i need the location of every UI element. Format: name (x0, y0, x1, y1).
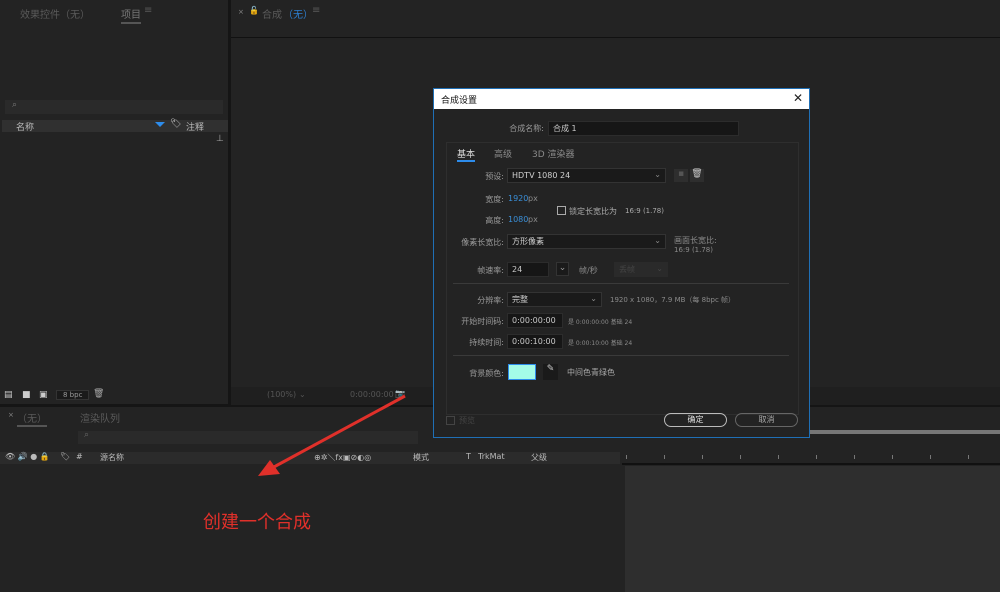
frame-rate-dropdown[interactable]: ⌄ (556, 262, 569, 276)
height-value[interactable]: 1080 (508, 215, 528, 224)
height-unit: px (528, 215, 538, 224)
frame-rate-input[interactable]: 24 (507, 262, 549, 277)
start-timecode-label: 开始时间码: (461, 317, 504, 326)
width-value[interactable]: 1920 (508, 194, 528, 203)
cancel-button[interactable]: 取消 (735, 413, 798, 427)
width-unit: px (528, 194, 538, 203)
background-color-name: 中间色青绿色 (567, 368, 615, 377)
close-icon[interactable]: ✕ (793, 91, 803, 105)
pixel-aspect-value: 方形像素 (512, 237, 544, 246)
duration-input[interactable]: 0:00:10:00 (507, 334, 563, 349)
lock-aspect-label: 锁定长宽比为 (569, 207, 617, 216)
dialog-title-bar: 合成设置 ✕ (434, 89, 809, 109)
drop-frame-value: 丢帧 (619, 265, 635, 274)
resolution-value: 完整 (512, 295, 528, 304)
start-timecode-info: 是 0:00:00:00 基础 24 (568, 319, 633, 326)
tab-advanced[interactable]: 高级 (494, 147, 512, 160)
chevron-down-icon: ⌄ (656, 264, 663, 273)
dialog-title: 合成设置 (441, 96, 478, 106)
background-color-swatch[interactable] (508, 364, 536, 380)
pixel-aspect-select[interactable]: 方形像素 ⌄ (507, 234, 666, 249)
annotation-text: 创建一个合成 (203, 512, 311, 533)
fps-unit: 帧/秒 (579, 266, 598, 275)
frame-aspect-label: 画面长宽比: (674, 236, 717, 245)
lock-aspect-ratio: 16:9 (1.78) (625, 207, 664, 215)
frame-rate-label: 帧速率: (477, 266, 504, 275)
tab-3d-renderer[interactable]: 3D 渲染器 (532, 147, 575, 160)
resolution-label: 分辨率: (477, 296, 504, 305)
preview-checkbox[interactable] (446, 416, 455, 425)
preset-value: HDTV 1080 24 (512, 171, 571, 180)
preset-label: 预设: (485, 172, 504, 181)
chevron-down-icon: ⌄ (654, 170, 661, 179)
start-timecode-input[interactable]: 0:00:00:00 (507, 313, 563, 328)
divider (453, 355, 789, 356)
preset-select[interactable]: HDTV 1080 24 ⌄ (507, 168, 666, 183)
divider (453, 283, 789, 284)
composition-settings-dialog: 合成设置 ✕ 合成名称: 合成 1 基本 高级 3D 渲染器 预设: HDTV … (433, 88, 810, 438)
delete-preset-icon[interactable]: 🗑 (690, 169, 704, 182)
tab-basic[interactable]: 基本 (457, 147, 476, 162)
comp-name-label: 合成名称: (509, 124, 544, 133)
eyedropper-icon[interactable]: ✎ (543, 364, 558, 380)
height-label: 高度: (485, 216, 504, 225)
frame-aspect-value: 16:9 (1.78) (674, 246, 713, 254)
resolution-select[interactable]: 完整 ⌄ (507, 292, 602, 307)
lock-aspect-checkbox[interactable] (557, 206, 566, 215)
pixel-aspect-label: 像素长宽比: (461, 238, 504, 247)
chevron-down-icon: ⌄ (654, 236, 661, 245)
background-color-label: 背景颜色: (469, 369, 504, 378)
duration-label: 持续时间: (469, 338, 504, 347)
save-preset-icon[interactable]: ▪ (674, 169, 688, 182)
chevron-down-icon: ⌄ (590, 294, 597, 303)
preview-label: 预览 (459, 416, 475, 425)
ok-button[interactable]: 确定 (664, 413, 727, 427)
width-label: 宽度: (485, 195, 504, 204)
drop-frame-select: 丢帧 ⌄ (614, 262, 668, 277)
resolution-info: 1920 x 1080，7.9 MB（每 8bpc 帧） (610, 296, 736, 304)
comp-name-input[interactable]: 合成 1 (548, 121, 739, 136)
duration-info: 是 0:00:10:00 基础 24 (568, 340, 633, 347)
